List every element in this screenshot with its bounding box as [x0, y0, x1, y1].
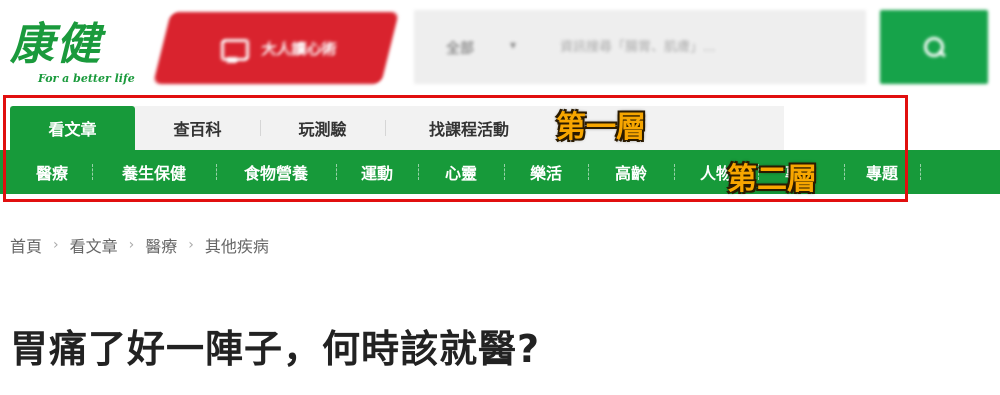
search-input[interactable]: [560, 32, 850, 62]
site-logo[interactable]: 康健 For a better life: [8, 8, 148, 88]
article-title: 胃痛了好一陣子，何時該就醫?: [10, 327, 541, 371]
logo-mark: 康健: [10, 19, 102, 70]
chevron-right-icon: ›: [53, 237, 59, 253]
search-icon: [922, 35, 946, 59]
breadcrumb-articles[interactable]: 看文章: [70, 233, 118, 257]
promo-banner-button[interactable]: 大人讀心術: [153, 12, 399, 84]
site-header: 康健 For a better life 大人讀心術 全部 ▾: [0, 0, 1000, 92]
search-bar: 全部 ▾: [414, 10, 866, 84]
chevron-down-icon: ▾: [510, 38, 517, 52]
breadcrumb-medical[interactable]: 醫療: [145, 233, 177, 257]
breadcrumb-home[interactable]: 首頁: [10, 233, 42, 257]
logo-tagline: For a better life: [38, 72, 135, 85]
search-category-select[interactable]: 全部: [446, 38, 474, 58]
breadcrumb: 首頁 › 看文章 › 醫療 › 其他疾病: [10, 234, 269, 256]
annotation-layer1-label: 第一層: [556, 110, 646, 145]
chevron-right-icon: ›: [128, 237, 135, 253]
annotation-layer2-label: 第二層: [727, 162, 817, 197]
search-button[interactable]: [880, 10, 988, 84]
category-divider: [920, 164, 921, 180]
breadcrumb-other-diseases[interactable]: 其他疾病: [205, 233, 269, 257]
promo-label: 大人讀心術: [261, 39, 337, 58]
chevron-right-icon: ›: [188, 237, 194, 253]
megaphone-icon: [215, 31, 249, 65]
